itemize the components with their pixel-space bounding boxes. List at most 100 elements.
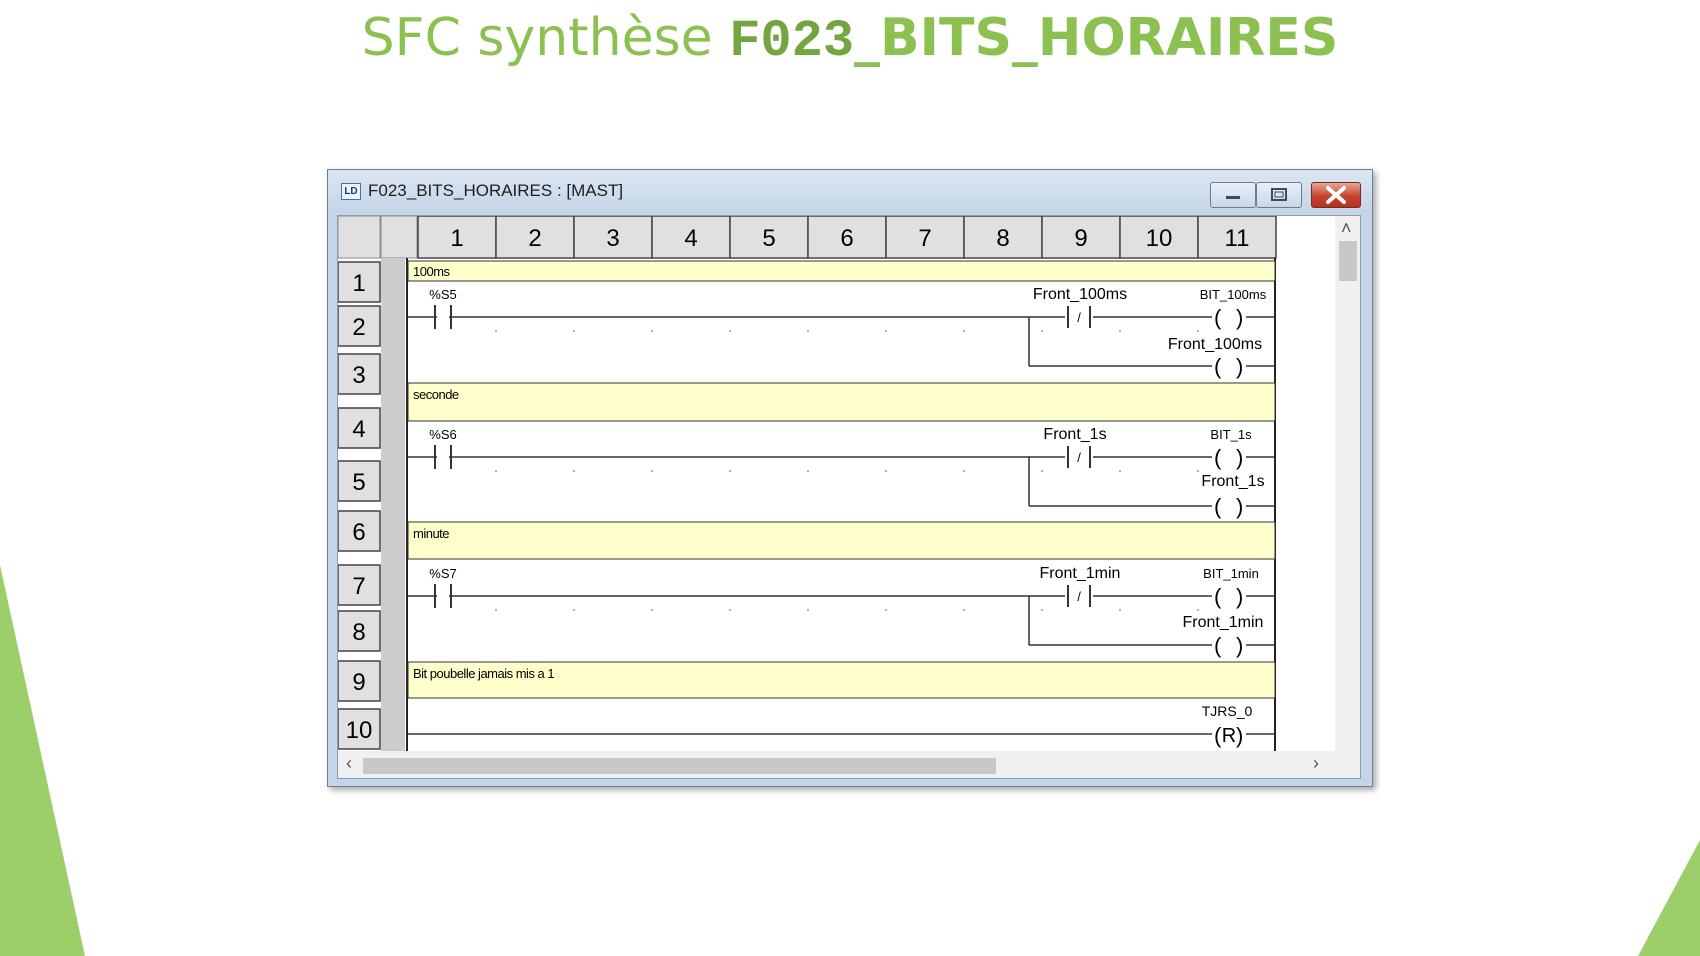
nc-contact-slash: / (1077, 450, 1081, 465)
column-header-label: 6 (840, 225, 853, 252)
grid-dot (807, 330, 809, 332)
coil-paren-close: ) (1236, 584, 1243, 609)
coil-label: Front_1s (1201, 473, 1264, 490)
nc-contact-label: Front_100ms (1033, 286, 1127, 303)
reset-coil-letter: R (1222, 725, 1236, 747)
comment-text: minute (413, 526, 449, 541)
grid-dot (1119, 470, 1121, 472)
coil-paren-open: ( (1214, 445, 1222, 470)
ladder-client-area[interactable]: 1 2 3 4 5 6 7 8 9 10 11 1 2 3 4 5 6 7 8 … (337, 215, 1361, 779)
grid-dot (1197, 470, 1199, 472)
row-header-label: 2 (352, 314, 365, 341)
vertical-scrollbar[interactable]: ˄ (1335, 216, 1360, 751)
grid-dot (495, 470, 497, 472)
grid-dot (885, 470, 887, 472)
comment-bar[interactable] (407, 260, 1276, 282)
coil-paren-open: ( (1214, 494, 1222, 519)
comment-bar[interactable] (407, 382, 1276, 422)
ladder-diagram[interactable]: 1 2 3 4 5 6 7 8 9 10 11 1 2 3 4 5 6 7 8 … (338, 216, 1335, 751)
coil-label: Front_100ms (1168, 336, 1262, 353)
grid-dot (651, 330, 653, 332)
scroll-up-arrow-icon[interactable]: ˄ (1341, 219, 1352, 237)
row-header-label: 4 (352, 416, 365, 443)
column-header-label: 4 (684, 225, 697, 252)
horizontal-scrollbar[interactable]: ‹ › (338, 751, 1360, 778)
ladder-editor-window[interactable]: LD F023_BITS_HORAIRES : [MAST] 1 2 3 4 5… (327, 169, 1373, 787)
scroll-left-arrow-icon[interactable]: ‹ (346, 754, 352, 772)
coil-label: BIT_100ms (1200, 287, 1267, 302)
contact-label: %S7 (429, 566, 456, 581)
coil-label: BIT_1min (1203, 566, 1259, 581)
comment-text: 100ms (413, 264, 451, 279)
horizontal-scroll-thumb[interactable] (363, 758, 996, 774)
grid-dot (807, 470, 809, 472)
reset-coil-label: TJRS_0 (1202, 703, 1253, 719)
slide-title-suffix: _BITS_HORAIRES (854, 8, 1339, 68)
coil-paren-open: ( (1214, 584, 1222, 609)
row-header-label: 8 (352, 619, 365, 646)
comment-bar[interactable] (407, 521, 1276, 560)
column-header-label: 1 (450, 225, 463, 252)
nc-contact-slash: / (1077, 589, 1081, 604)
slide-title-code: F023 (729, 12, 855, 71)
slide-title: SFC synthèse F023_BITS_HORAIRES (0, 4, 1700, 76)
grid-dot (807, 609, 809, 611)
scroll-right-arrow-icon[interactable]: › (1313, 754, 1319, 772)
nc-contact-slash: / (1077, 310, 1081, 325)
grid-dot (729, 470, 731, 472)
grid-dot (495, 609, 497, 611)
window-title: F023_BITS_HORAIRES : [MAST] (368, 181, 624, 200)
grid-dot (573, 330, 575, 332)
row-header-label: 7 (352, 573, 365, 600)
grid-dot (1041, 470, 1043, 472)
column-header-label: 5 (762, 225, 775, 252)
grid-dot (1197, 330, 1199, 332)
coil-paren-close: ) (1236, 633, 1243, 658)
coil-paren-close: ) (1236, 305, 1243, 330)
nc-contact-label: Front_1min (1040, 565, 1121, 582)
vertical-scroll-thumb[interactable] (1339, 241, 1357, 281)
close-icon (1326, 186, 1346, 204)
close-button[interactable] (1311, 182, 1361, 208)
minimize-button[interactable] (1210, 182, 1256, 208)
row-header-label: 6 (352, 519, 365, 546)
contact-label: %S5 (429, 287, 456, 302)
row-header-label: 5 (352, 469, 365, 496)
coil-paren-open: ( (1214, 633, 1222, 658)
grid-dot (1119, 330, 1121, 332)
grid-dot (1197, 609, 1199, 611)
column-header-label: 7 (918, 225, 931, 252)
coil-paren-close: ) (1236, 445, 1243, 470)
column-header-label: 3 (606, 225, 619, 252)
column-header-label: 9 (1074, 225, 1087, 252)
grid-dot (1041, 330, 1043, 332)
window-titlebar[interactable]: LD F023_BITS_HORAIRES : [MAST] (328, 170, 1372, 212)
minimize-icon (1226, 196, 1240, 199)
column-header-label: 10 (1146, 225, 1173, 252)
row-header-label: 9 (352, 669, 365, 696)
grid-dot (1041, 609, 1043, 611)
grid-dot (729, 609, 731, 611)
grid-dot (963, 609, 965, 611)
column-header-label: 8 (996, 225, 1009, 252)
coil-label: BIT_1s (1210, 427, 1252, 442)
ladder-editor-icon: LD (341, 183, 361, 200)
column-header-label: 11 (1225, 225, 1250, 252)
row-gutter (381, 258, 405, 751)
row-header-label: 1 (352, 270, 365, 297)
grid-dot (1119, 609, 1121, 611)
maximize-icon (1271, 188, 1287, 201)
grid-dot (963, 470, 965, 472)
comment-text: Bit poubelle jamais mis a 1 (413, 666, 554, 681)
nc-contact-label: Front_1s (1043, 426, 1106, 443)
grid-dot (729, 330, 731, 332)
coil-paren-open: ( (1214, 354, 1222, 379)
grid-dot (651, 609, 653, 611)
grid-dot (885, 330, 887, 332)
row-header-label: 3 (352, 362, 365, 389)
grid-dot (495, 330, 497, 332)
coil-label: Front_1min (1183, 614, 1264, 631)
maximize-button[interactable] (1256, 182, 1302, 208)
contact-label: %S6 (429, 427, 456, 442)
coil-paren-close: ) (1236, 354, 1243, 379)
